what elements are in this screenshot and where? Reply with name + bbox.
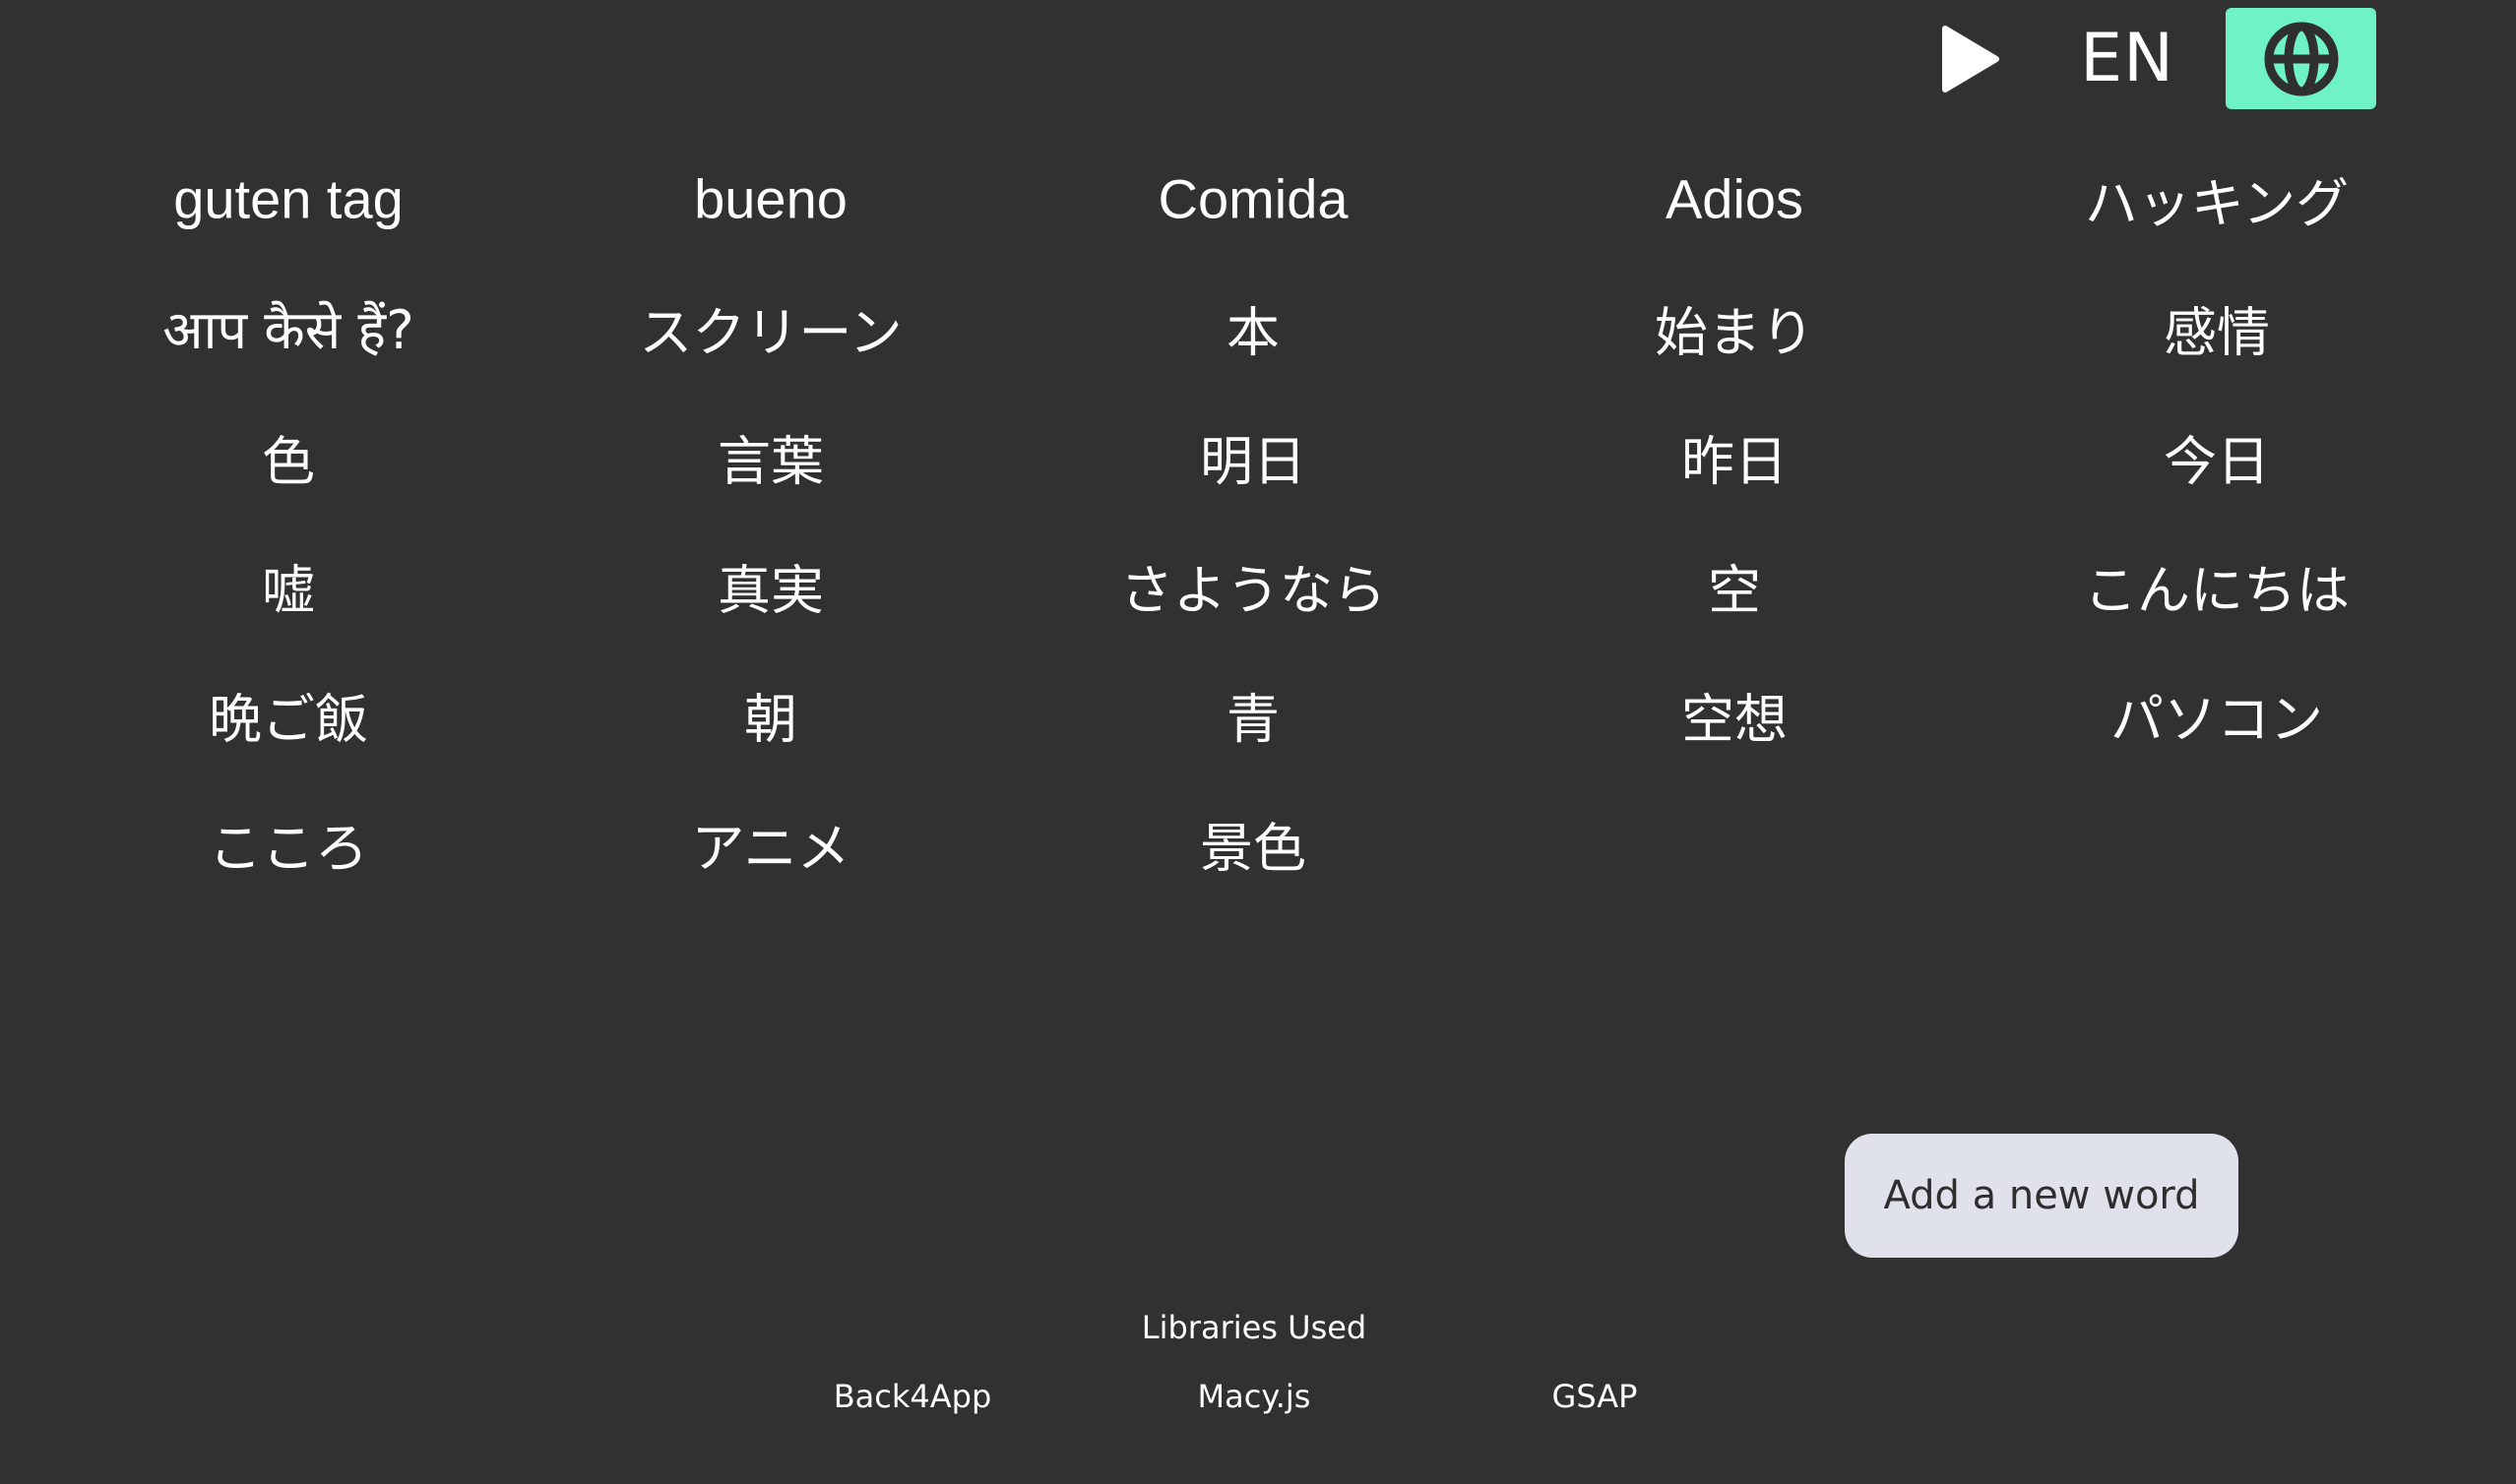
top-bar: EN bbox=[1934, 8, 2376, 109]
word-card[interactable]: ハッキング bbox=[2085, 160, 2349, 238]
word-card[interactable]: 色 bbox=[262, 418, 315, 496]
word-card[interactable]: 言葉 bbox=[718, 418, 824, 496]
word-card[interactable]: 景色 bbox=[1200, 805, 1306, 883]
word-card[interactable]: 晩ご飯 bbox=[209, 676, 368, 754]
word-card[interactable]: 真実 bbox=[718, 547, 824, 625]
library-link-gsap[interactable]: GSAP bbox=[1552, 1378, 1638, 1415]
play-button[interactable] bbox=[1934, 25, 2003, 93]
word-card[interactable]: Comida bbox=[1159, 167, 1349, 231]
word-card[interactable]: guten tag bbox=[173, 167, 404, 231]
word-card[interactable]: 始まり bbox=[1655, 289, 1814, 367]
play-icon bbox=[1942, 25, 2000, 93]
word-card[interactable]: パソコン bbox=[2110, 676, 2323, 754]
word-card[interactable]: 本 bbox=[1227, 289, 1280, 367]
word-card[interactable]: Adios bbox=[1666, 167, 1803, 231]
word-card[interactable]: さようなら bbox=[1120, 547, 1386, 625]
word-card[interactable]: bueno bbox=[694, 167, 848, 231]
word-card[interactable]: 嘘 bbox=[262, 547, 315, 625]
word-card[interactable]: 青 bbox=[1227, 676, 1280, 754]
word-card[interactable]: 朝 bbox=[744, 676, 797, 754]
page: EN guten tag bueno Comida Adios ハッキング आप कैसे… bbox=[0, 0, 2516, 1484]
word-card[interactable]: 空想 bbox=[1681, 676, 1788, 754]
word-card[interactable]: 今日 bbox=[2164, 418, 2270, 496]
word-card[interactable]: アニメ bbox=[692, 805, 850, 883]
language-switch-button[interactable] bbox=[2226, 8, 2376, 109]
word-card[interactable]: スクリーン bbox=[639, 289, 902, 367]
language-code: EN bbox=[2080, 20, 2174, 97]
library-link-back4app[interactable]: Back4App bbox=[834, 1378, 992, 1415]
word-card[interactable]: आप कैसे हैं? bbox=[162, 291, 414, 364]
library-link-macyjs[interactable]: Macy.js bbox=[1198, 1378, 1311, 1415]
word-card[interactable]: 明日 bbox=[1200, 418, 1306, 496]
libraries-title: Libraries Used bbox=[1141, 1309, 1367, 1346]
add-word-button[interactable]: Add a new word bbox=[1845, 1134, 2238, 1258]
word-card[interactable]: こんにちは bbox=[2084, 547, 2350, 625]
word-card[interactable]: 昨日 bbox=[1681, 418, 1788, 496]
word-card[interactable]: 空 bbox=[1708, 547, 1761, 625]
word-card[interactable]: 感情 bbox=[2164, 289, 2270, 367]
globe-icon bbox=[2264, 22, 2338, 95]
word-card[interactable]: こころ bbox=[209, 805, 368, 883]
